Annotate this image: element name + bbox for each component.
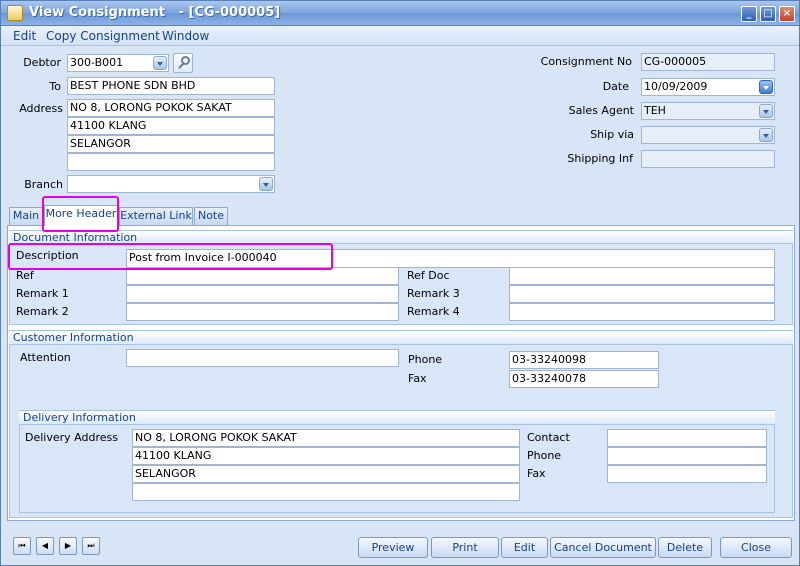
- cancel-document-button[interactable]: Cancel Document: [550, 537, 656, 558]
- consignment-no-label: Consignment No: [540, 55, 632, 68]
- edit-button[interactable]: Edit: [501, 537, 548, 558]
- delivery-info-title: Delivery Information: [19, 411, 775, 425]
- address-line-4[interactable]: [67, 153, 275, 171]
- customer-info-title: Customer Information: [9, 331, 793, 345]
- document-info-title: Document Information: [9, 231, 793, 244]
- next-record-button[interactable]: ▶: [59, 537, 77, 555]
- document-icon: [7, 5, 23, 21]
- preview-button[interactable]: Preview: [358, 537, 428, 558]
- contact-field[interactable]: [607, 429, 767, 447]
- delivery-fax-label: Fax: [527, 467, 546, 480]
- date-label: Date: [602, 80, 629, 93]
- consignment-no-field[interactable]: CG-000005: [641, 53, 775, 71]
- window-title: View Consignment - [CG-000005]: [29, 5, 281, 20]
- debtor-value: 300-B001: [70, 56, 124, 69]
- phone-field[interactable]: 03-33240098: [509, 351, 659, 369]
- menu-bar: Edit Copy Consignment Window: [1, 26, 799, 46]
- attention-field[interactable]: [126, 349, 399, 367]
- close-window-button[interactable]: ×: [779, 6, 795, 22]
- remark-2-field[interactable]: [126, 303, 399, 321]
- sales-agent-dropdown-icon[interactable]: [759, 104, 773, 118]
- to-field[interactable]: BEST PHONE SDN BHD: [67, 77, 275, 95]
- branch-label: Branch: [24, 178, 63, 191]
- fax-label: Fax: [408, 372, 427, 385]
- delivery-address-line-3[interactable]: SELANGOR: [132, 465, 520, 483]
- sales-agent-label: Sales Agent: [568, 104, 634, 117]
- branch-dropdown-icon[interactable]: [259, 177, 273, 191]
- phone-label: Phone: [408, 353, 443, 366]
- delivery-address-line-4[interactable]: [132, 483, 520, 501]
- ref-field[interactable]: [126, 267, 399, 285]
- delivery-phone-label: Phone: [527, 449, 562, 462]
- tab-external-link[interactable]: External Link: [119, 207, 193, 225]
- fax-field[interactable]: 03-33240078: [509, 370, 659, 388]
- address-line-1[interactable]: NO 8, LORONG POKOK SAKAT: [67, 99, 275, 117]
- ref-label: Ref: [16, 269, 34, 282]
- debtor-combo[interactable]: 300-B001: [67, 54, 169, 72]
- title-bar[interactable]: View Consignment - [CG-000005] _ □ ×: [1, 1, 799, 26]
- ship-via-combo[interactable]: [641, 126, 775, 144]
- remark-3-field[interactable]: [509, 285, 775, 303]
- date-dropdown-icon[interactable]: [759, 80, 773, 94]
- description-label: Description: [16, 249, 79, 262]
- contact-label: Contact: [527, 431, 570, 444]
- menu-copy-consignment[interactable]: Copy Consignment: [46, 29, 160, 43]
- delivery-phone-field[interactable]: [607, 447, 767, 465]
- first-record-button[interactable]: ⏮: [13, 537, 31, 555]
- ref-doc-field[interactable]: [509, 267, 775, 285]
- sales-agent-combo[interactable]: TEH: [641, 102, 775, 120]
- last-record-button[interactable]: ⏭: [82, 537, 100, 555]
- minimize-button[interactable]: _: [741, 6, 757, 22]
- remark-1-field[interactable]: [126, 285, 399, 303]
- address-label: Address: [19, 102, 63, 115]
- tab-more-header[interactable]: More Header: [44, 205, 118, 226]
- delivery-address-line-2[interactable]: 41100 KLANG: [132, 447, 520, 465]
- maximize-button[interactable]: □: [760, 6, 776, 22]
- remark-4-field[interactable]: [509, 303, 775, 321]
- date-picker[interactable]: 10/09/2009: [641, 78, 775, 96]
- ship-via-label: Ship via: [590, 128, 634, 141]
- attention-label: Attention: [20, 351, 71, 364]
- address-line-2[interactable]: 41100 KLANG: [67, 117, 275, 135]
- menu-window[interactable]: Window: [162, 29, 209, 43]
- consignment-window: View Consignment - [CG-000005] _ □ × Edi…: [0, 0, 800, 566]
- date-value: 10/09/2009: [644, 80, 708, 93]
- debtor-search-button[interactable]: [173, 53, 193, 73]
- remark-1-label: Remark 1: [16, 287, 69, 300]
- to-label: To: [49, 80, 61, 93]
- ship-via-dropdown-icon[interactable]: [759, 128, 773, 142]
- description-field[interactable]: Post from Invoice I-000040: [126, 249, 775, 268]
- shipping-inf-field[interactable]: [641, 150, 775, 168]
- address-line-3[interactable]: SELANGOR: [67, 135, 275, 153]
- remark-3-label: Remark 3: [407, 287, 460, 300]
- debtor-label: Debtor: [23, 56, 61, 69]
- remark-4-label: Remark 4: [407, 305, 460, 318]
- tab-main[interactable]: Main: [9, 207, 43, 225]
- ref-doc-label: Ref Doc: [407, 269, 450, 282]
- debtor-dropdown-icon[interactable]: [153, 56, 167, 70]
- delete-button[interactable]: Delete: [658, 537, 712, 558]
- delivery-fax-field[interactable]: [607, 465, 767, 483]
- shipping-inf-label: Shipping Inf: [567, 152, 633, 165]
- menu-edit[interactable]: Edit: [13, 29, 36, 43]
- print-button[interactable]: Print: [431, 537, 499, 558]
- tab-note[interactable]: Note: [194, 207, 228, 225]
- close-button[interactable]: Close: [720, 537, 792, 558]
- branch-combo[interactable]: [67, 175, 275, 193]
- delivery-address-label: Delivery Address: [25, 431, 118, 444]
- remark-2-label: Remark 2: [16, 305, 69, 318]
- delivery-address-line-1[interactable]: NO 8, LORONG POKOK SAKAT: [132, 429, 520, 447]
- previous-record-button[interactable]: ◀: [36, 537, 54, 555]
- sales-agent-value: TEH: [644, 104, 666, 117]
